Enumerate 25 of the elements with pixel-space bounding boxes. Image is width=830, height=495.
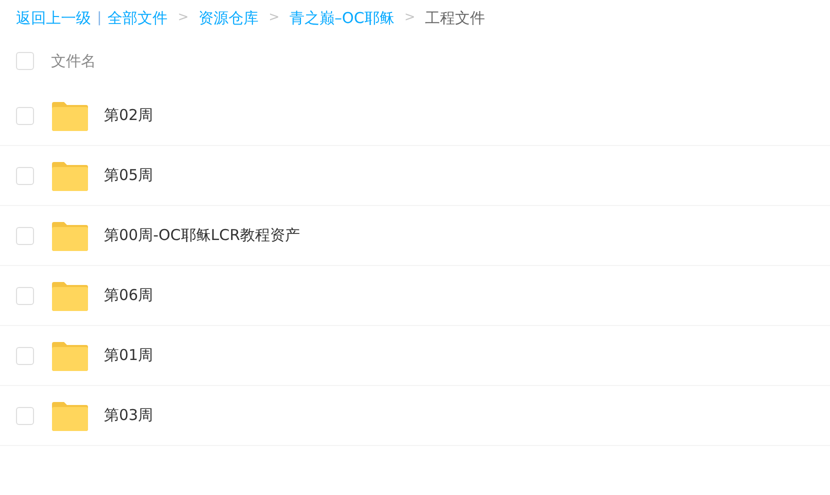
file-name[interactable]: 第06周 xyxy=(104,284,154,307)
file-name[interactable]: 第01周 xyxy=(104,344,154,367)
checkbox[interactable] xyxy=(16,106,34,124)
breadcrumb-separator: > xyxy=(268,9,280,28)
folder-icon xyxy=(52,280,88,310)
folder-icon xyxy=(52,340,88,370)
folder-icon xyxy=(52,220,88,250)
checkbox[interactable] xyxy=(16,406,34,424)
file-name[interactable]: 第05周 xyxy=(104,164,154,187)
folder-icon xyxy=(52,400,88,430)
checkbox[interactable] xyxy=(16,52,34,70)
file-name[interactable]: 第03周 xyxy=(104,404,154,427)
checkbox[interactable] xyxy=(16,286,34,304)
breadcrumb-current: 工程文件 xyxy=(425,8,486,29)
checkbox[interactable] xyxy=(16,166,34,184)
checkbox[interactable] xyxy=(16,226,34,244)
breadcrumb-separator: > xyxy=(178,9,189,28)
file-name[interactable]: 第00周-OC耶稣LCR教程资产 xyxy=(104,224,300,247)
folder-icon xyxy=(52,100,88,130)
file-name[interactable]: 第02周 xyxy=(104,104,154,127)
breadcrumb-divider: | xyxy=(97,8,102,28)
checkbox[interactable] xyxy=(16,346,34,364)
breadcrumb-separator: > xyxy=(404,9,416,28)
column-header: 文件名 xyxy=(51,50,96,72)
folder-icon xyxy=(52,160,88,190)
